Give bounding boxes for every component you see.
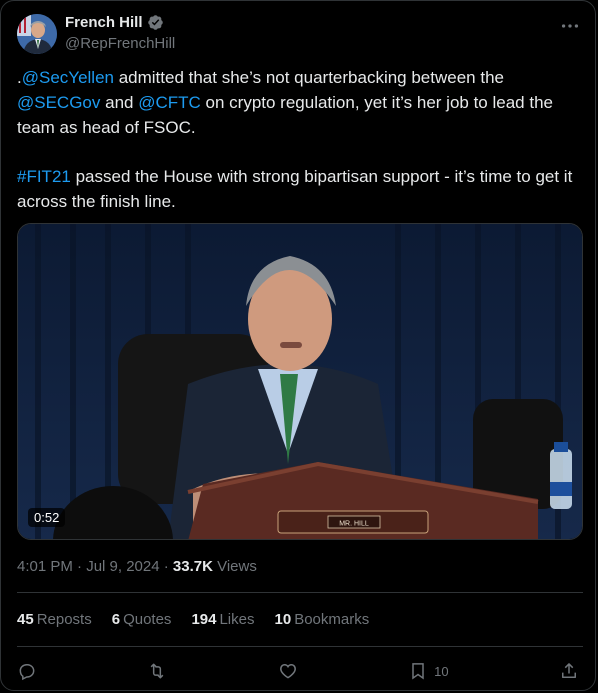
action-bar: 10 — [17, 658, 579, 684]
author-name-row: French Hill — [65, 14, 164, 31]
reposts-count: 45 — [17, 611, 34, 628]
mention-cftc[interactable]: @CFTC — [138, 93, 201, 112]
like-button[interactable] — [278, 661, 298, 681]
video-duration: 0:52 — [28, 508, 66, 527]
repost-button[interactable] — [147, 661, 167, 681]
likes-count: 194 — [191, 611, 217, 628]
tweet-paragraph-2: #FIT21 passed the House with strong bipa… — [17, 164, 583, 214]
video-player[interactable]: MR. HILL 0:52 — [17, 223, 583, 540]
quotes-stat[interactable]: 6 Quotes — [112, 611, 172, 628]
quotes-label: Quotes — [123, 611, 172, 628]
views-count: 33.7K — [172, 558, 213, 575]
mention-secgov[interactable]: @SECGov — [17, 93, 100, 112]
text-segment: passed the House with strong bipartisan … — [17, 167, 573, 211]
bookmark-button[interactable]: 10 — [408, 661, 449, 681]
avatar-image — [17, 14, 57, 54]
engagement-stats: 45 Reposts 6 Quotes 194 Likes 10 Bookmarks — [17, 611, 369, 628]
author-name[interactable]: French Hill — [65, 14, 143, 31]
nameplate-text: MR. HILL — [339, 521, 369, 528]
share-icon — [561, 663, 576, 678]
bookmark-icon — [412, 663, 424, 680]
bookmarks-label: Bookmarks — [294, 611, 370, 628]
reposts-stat[interactable]: 45 Reposts — [17, 611, 92, 628]
author-handle[interactable]: @RepFrenchHill — [65, 35, 175, 52]
post-meta: 4:01 PM · Jul 9, 2024 · 33.7K Views — [17, 558, 257, 575]
reposts-label: Reposts — [36, 611, 92, 628]
divider — [17, 646, 583, 647]
avatar[interactable] — [17, 14, 57, 54]
verified-icon — [147, 15, 163, 30]
likes-stat[interactable]: 194 Likes — [191, 611, 254, 628]
video-frame: MR. HILL — [18, 224, 582, 539]
views-label: Views — [212, 558, 257, 575]
text-segment: and — [100, 93, 139, 112]
more-icon[interactable] — [559, 15, 581, 37]
reply-icon — [19, 664, 35, 681]
divider — [17, 592, 583, 593]
bookmarks-stat[interactable]: 10 Bookmarks — [275, 611, 370, 628]
mention-secyellen[interactable]: @SecYellen — [22, 68, 114, 87]
post-timestamp[interactable]: 4:01 PM · Jul 9, 2024 · — [17, 558, 173, 575]
like-icon — [279, 663, 296, 679]
likes-label: Likes — [219, 611, 255, 628]
bookmarks-count: 10 — [274, 611, 292, 628]
text-segment: admitted that she’s not quarterbacking b… — [113, 68, 504, 87]
reply-button[interactable] — [17, 661, 37, 681]
tweet-paragraph-1: .@SecYellen admitted that she’s not quar… — [17, 65, 583, 140]
hashtag-fit21[interactable]: #FIT21 — [17, 167, 71, 186]
quotes-count: 6 — [111, 611, 121, 628]
share-button[interactable] — [559, 661, 579, 681]
tweet-card: French Hill @RepFrenchHill .@SecYellen a… — [0, 0, 596, 691]
tweet-text: .@SecYellen admitted that she’s not quar… — [17, 65, 583, 238]
bookmark-count: 10 — [434, 663, 449, 679]
repost-icon — [151, 663, 164, 679]
